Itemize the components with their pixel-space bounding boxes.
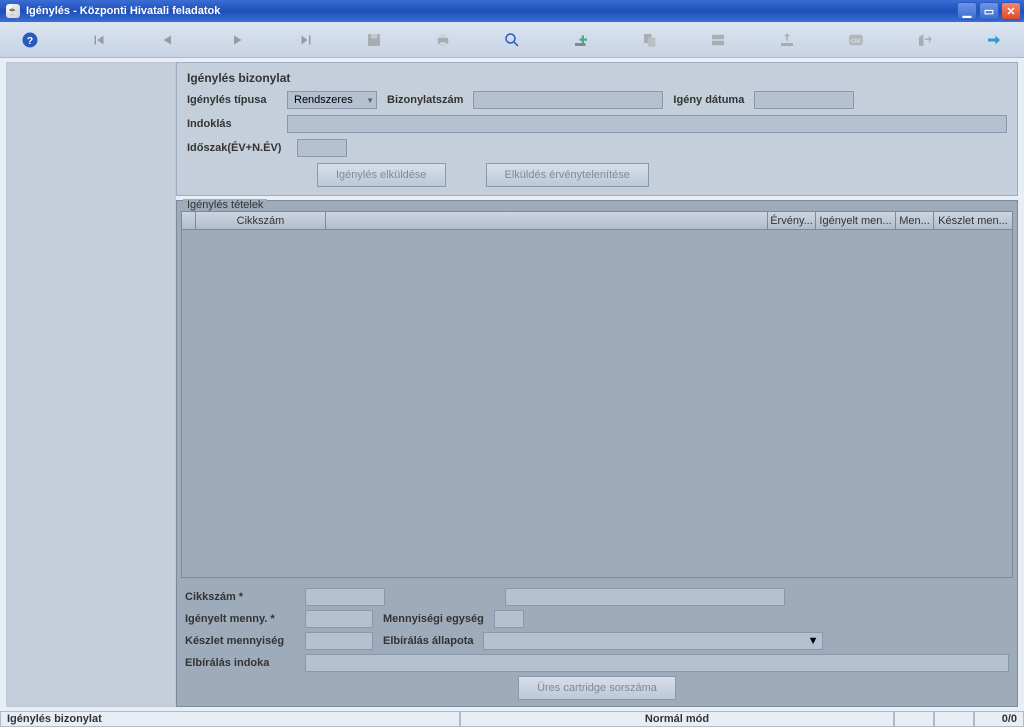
status-mode: Normál mód bbox=[460, 712, 894, 727]
title-bar: ☕ Igénylés - Központi Hivatali feladatok… bbox=[0, 0, 1024, 22]
reason-input[interactable] bbox=[287, 115, 1007, 133]
java-icon: ☕ bbox=[6, 4, 20, 18]
rename-icon[interactable] bbox=[708, 29, 729, 51]
first-record-icon[interactable] bbox=[89, 29, 110, 51]
label-keszlet-menny: Készlet mennyiség bbox=[185, 635, 295, 647]
request-items-panel: Igénylés tételek Cikkszám Érvény... Igén… bbox=[176, 200, 1018, 707]
help-icon[interactable]: ? bbox=[20, 29, 41, 51]
svg-text:OK: OK bbox=[851, 38, 861, 45]
content-area: Igénylés bizonylat Igénylés típusa Rends… bbox=[0, 58, 1024, 711]
col-cikkszam[interactable]: Cikkszám bbox=[196, 212, 326, 229]
label-reqdate: Igény dátuma bbox=[673, 94, 744, 106]
status-bar: Igénylés bizonylat Normál mód 0/0 bbox=[0, 711, 1024, 727]
status-left: Igénylés bizonylat bbox=[0, 712, 460, 727]
add-icon[interactable] bbox=[570, 29, 591, 51]
svg-text:?: ? bbox=[27, 34, 33, 46]
item-detail-form: Cikkszám * Igényelt menny. * Mennyiségi … bbox=[181, 584, 1013, 702]
cikkszam-input[interactable] bbox=[305, 588, 385, 606]
label-cikkszam: Cikkszám * bbox=[185, 591, 295, 603]
find-icon[interactable] bbox=[502, 29, 523, 51]
period-input[interactable] bbox=[297, 139, 347, 157]
label-elbiralas-allapota: Elbírálás állapota bbox=[383, 635, 473, 647]
lookup-icon[interactable] bbox=[777, 29, 798, 51]
print-icon[interactable] bbox=[433, 29, 454, 51]
col-erveny[interactable]: Érvény... bbox=[768, 212, 816, 229]
left-spacer bbox=[6, 62, 176, 707]
type-combobox-value: Rendszeres bbox=[294, 94, 353, 106]
copy-icon[interactable] bbox=[639, 29, 660, 51]
col-keszlet[interactable]: Készlet men... bbox=[934, 212, 1012, 229]
elbiralas-indoka-input[interactable] bbox=[305, 654, 1009, 672]
table-body[interactable] bbox=[182, 230, 1012, 577]
label-mennyiseg-egyseg: Mennyiségi egység bbox=[383, 613, 484, 625]
chevron-down-icon: ▼ bbox=[366, 96, 374, 105]
type-combobox[interactable]: Rendszeres ▼ bbox=[287, 91, 377, 109]
keszlet-menny-input[interactable] bbox=[305, 632, 373, 650]
cikkszam-desc-input[interactable] bbox=[505, 588, 785, 606]
label-reason: Indoklás bbox=[187, 118, 277, 130]
window-title: Igénylés - Központi Hivatali feladatok bbox=[26, 5, 957, 17]
panel-items-legend: Igénylés tételek bbox=[183, 199, 267, 211]
col-igenyelt[interactable]: Igényelt men... bbox=[816, 212, 896, 229]
table-corner bbox=[182, 212, 196, 229]
label-type: Igénylés típusa bbox=[187, 94, 277, 106]
elbiralas-allapota-combobox[interactable]: ▼ bbox=[483, 632, 823, 650]
igenyelt-input[interactable] bbox=[305, 610, 373, 628]
col-blank[interactable] bbox=[326, 212, 768, 229]
request-voucher-panel: Igénylés bizonylat Igénylés típusa Rends… bbox=[176, 62, 1018, 196]
save-icon[interactable] bbox=[364, 29, 385, 51]
label-igenyelt: Igényelt menny. * bbox=[185, 613, 295, 625]
close-button[interactable]: ✕ bbox=[1001, 2, 1021, 20]
last-record-icon[interactable] bbox=[295, 29, 316, 51]
label-docnum: Bizonylatszám bbox=[387, 94, 463, 106]
table-header: Cikkszám Érvény... Igényelt men... Men..… bbox=[182, 212, 1012, 230]
status-gap1 bbox=[894, 712, 934, 727]
cancel-send-button[interactable]: Elküldés érvénytelenítése bbox=[486, 163, 649, 187]
next-record-icon[interactable] bbox=[226, 29, 247, 51]
prev-record-icon[interactable] bbox=[158, 29, 179, 51]
chevron-down-icon: ▼ bbox=[808, 635, 819, 647]
reqdate-input[interactable] bbox=[754, 91, 854, 109]
col-menn[interactable]: Men... bbox=[896, 212, 934, 229]
forward-arrow-icon[interactable] bbox=[983, 29, 1004, 51]
panel-top-legend: Igénylés bizonylat bbox=[187, 71, 1007, 85]
status-gap2 bbox=[934, 712, 974, 727]
status-count: 0/0 bbox=[974, 712, 1024, 727]
toolbar: ? OK bbox=[0, 22, 1024, 58]
exit-icon[interactable] bbox=[914, 29, 935, 51]
send-request-button[interactable]: Igénylés elküldése bbox=[317, 163, 446, 187]
minimize-button[interactable]: ▁ bbox=[957, 2, 977, 20]
label-period: Időszak(ÉV+N.ÉV) bbox=[187, 142, 287, 154]
mennyiseg-egyseg-input[interactable] bbox=[494, 610, 524, 628]
label-elbiralas-indoka: Elbírálás indoka bbox=[185, 657, 295, 669]
docnum-input[interactable] bbox=[473, 91, 663, 109]
ok-icon[interactable]: OK bbox=[846, 29, 867, 51]
maximize-button[interactable]: ▭ bbox=[979, 2, 999, 20]
items-table: Cikkszám Érvény... Igényelt men... Men..… bbox=[181, 211, 1013, 578]
empty-cartridge-button[interactable]: Üres cartridge sorszáma bbox=[518, 676, 676, 700]
